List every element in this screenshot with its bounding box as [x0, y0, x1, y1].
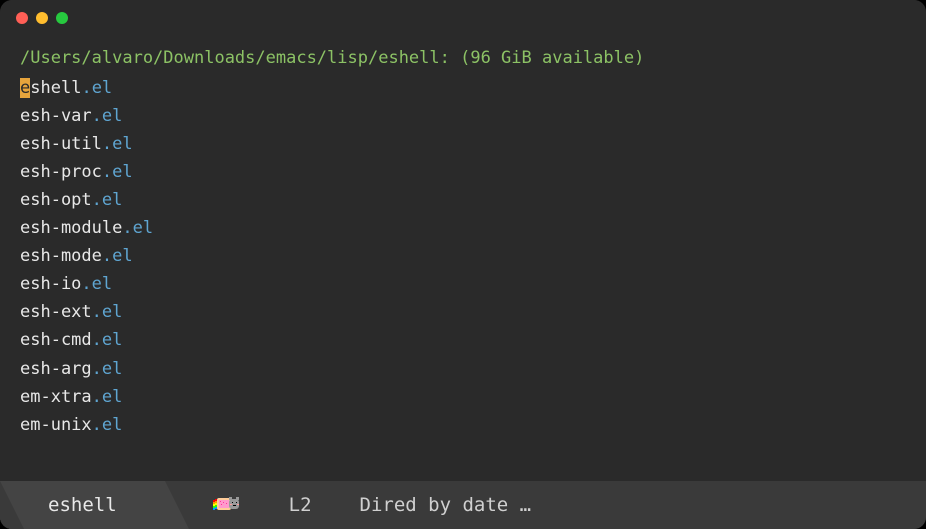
- file-extension: el: [112, 162, 132, 182]
- file-entry[interactable]: esh-mode.el: [20, 242, 906, 270]
- file-dot: .: [102, 134, 112, 154]
- file-entry[interactable]: esh-io.el: [20, 270, 906, 298]
- file-basename: esh-util: [20, 134, 102, 154]
- file-extension: el: [92, 274, 112, 294]
- file-entry[interactable]: esh-arg.el: [20, 355, 906, 383]
- file-basename: esh-mode: [20, 246, 102, 266]
- file-list: eshell.elesh-var.elesh-util.elesh-proc.e…: [20, 74, 906, 439]
- file-basename: em-unix: [20, 415, 92, 435]
- file-entry[interactable]: em-unix.el: [20, 411, 906, 439]
- titlebar: [0, 0, 926, 36]
- file-basename: shell: [30, 78, 81, 98]
- minimize-icon[interactable]: [36, 12, 48, 24]
- file-dot: .: [81, 274, 91, 294]
- file-entry[interactable]: esh-opt.el: [20, 186, 906, 214]
- file-dot: .: [122, 218, 132, 238]
- file-extension: el: [102, 415, 122, 435]
- file-entry[interactable]: esh-util.el: [20, 130, 906, 158]
- file-entry[interactable]: esh-proc.el: [20, 158, 906, 186]
- file-extension: el: [133, 218, 153, 238]
- dired-available: (96 GiB available): [450, 48, 644, 68]
- file-extension: el: [102, 387, 122, 407]
- modeline: eshell: [0, 481, 926, 529]
- cursor: e: [20, 78, 30, 98]
- file-basename: esh-cmd: [20, 330, 92, 350]
- dired-header: /Users/alvaro/Downloads/emacs/lisp/eshel…: [20, 44, 906, 72]
- file-basename: esh-arg: [20, 359, 92, 379]
- dired-path: /Users/alvaro/Downloads/emacs/lisp/eshel…: [20, 48, 450, 68]
- file-dot: .: [92, 106, 102, 126]
- file-basename: esh-module: [20, 218, 122, 238]
- major-mode: Dired by date …: [360, 494, 552, 516]
- file-extension: el: [112, 246, 132, 266]
- close-icon[interactable]: [16, 12, 28, 24]
- file-dot: .: [92, 387, 102, 407]
- file-extension: el: [102, 302, 122, 322]
- file-entry[interactable]: esh-module.el: [20, 214, 906, 242]
- file-dot: .: [92, 415, 102, 435]
- file-extension: el: [102, 190, 122, 210]
- buffer-content[interactable]: /Users/alvaro/Downloads/emacs/lisp/eshel…: [0, 36, 926, 481]
- file-entry[interactable]: esh-var.el: [20, 102, 906, 130]
- file-entry[interactable]: esh-cmd.el: [20, 326, 906, 354]
- maximize-icon[interactable]: [56, 12, 68, 24]
- file-basename: esh-var: [20, 106, 92, 126]
- file-basename: esh-opt: [20, 190, 92, 210]
- file-extension: el: [92, 78, 112, 98]
- file-extension: el: [112, 134, 132, 154]
- modeline-info: L2 Dired by date …: [165, 494, 926, 516]
- editor-window: /Users/alvaro/Downloads/emacs/lisp/eshel…: [0, 0, 926, 529]
- file-basename: esh-io: [20, 274, 81, 294]
- file-dot: .: [92, 302, 102, 322]
- file-basename: em-xtra: [20, 387, 92, 407]
- file-entry[interactable]: esh-ext.el: [20, 298, 906, 326]
- file-dot: .: [102, 162, 112, 182]
- file-dot: .: [81, 78, 91, 98]
- file-entry[interactable]: em-xtra.el: [20, 383, 906, 411]
- file-dot: .: [92, 359, 102, 379]
- file-dot: .: [102, 246, 112, 266]
- file-extension: el: [102, 106, 122, 126]
- modeline-tab[interactable]: eshell: [0, 481, 165, 529]
- file-basename: esh-ext: [20, 302, 92, 322]
- nyan-cat-icon: [213, 496, 241, 514]
- file-entry[interactable]: eshell.el: [20, 74, 906, 102]
- buffer-name: eshell: [48, 494, 117, 516]
- file-dot: .: [92, 330, 102, 350]
- file-extension: el: [102, 330, 122, 350]
- file-basename: esh-proc: [20, 162, 102, 182]
- file-extension: el: [102, 359, 122, 379]
- line-indicator: L2: [289, 494, 312, 516]
- file-dot: .: [92, 190, 102, 210]
